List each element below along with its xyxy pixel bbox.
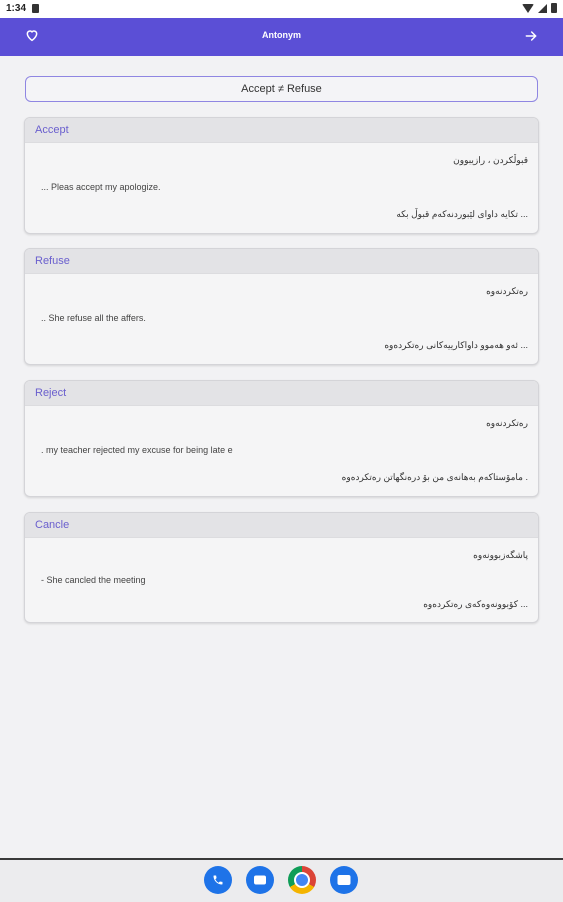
wifi-icon <box>522 3 534 13</box>
app-title: Antonym <box>262 30 301 40</box>
battery-icon <box>551 3 557 13</box>
arrow-right-icon[interactable] <box>523 28 539 44</box>
card-word-title: Reject <box>25 381 538 406</box>
word-card-refuse[interactable]: Refuse رەتکردنەوە .. She refuse all the … <box>24 248 539 365</box>
app-bar: Antonym <box>0 18 563 56</box>
dock-bar <box>0 858 563 902</box>
camera-icon[interactable] <box>330 866 358 894</box>
status-icons <box>522 3 557 13</box>
card-example-english: .. She refuse all the affers. <box>41 313 146 323</box>
chrome-icon[interactable] <box>288 866 316 894</box>
card-translation: قبوڵکردن ، رازیبوون <box>453 155 528 165</box>
card-word-title: Accept <box>25 118 538 143</box>
card-example-english: - She cancled the meeting <box>41 575 146 585</box>
word-card-reject[interactable]: Reject رەتکردنەوە . my teacher rejected … <box>24 380 539 497</box>
card-example-kurdish: ... کۆبوونەوەکەی رەتکردەوە <box>423 599 528 609</box>
status-bar: 1:34 <box>0 0 563 18</box>
card-word-title: Refuse <box>25 249 538 274</box>
word-card-cancle[interactable]: Cancle پاشگەزبوونەوە - She cancled the m… <box>24 512 539 623</box>
card-example-kurdish: ... تکایە داوای لێبوردنەکەم قبوڵ بکە <box>396 209 528 219</box>
signal-icon <box>538 3 547 13</box>
sd-card-icon <box>32 4 39 13</box>
messages-icon[interactable] <box>246 866 274 894</box>
card-example-english: ... Pleas accept my apologize. <box>41 182 161 192</box>
antonym-pair-bar[interactable]: Accept ≠ Refuse <box>25 76 538 102</box>
card-example-english: . my teacher rejected my excuse for bein… <box>41 445 233 455</box>
card-translation: رەتکردنەوە <box>486 418 528 428</box>
card-word-title: Cancle <box>25 513 538 538</box>
phone-icon[interactable] <box>204 866 232 894</box>
word-card-accept[interactable]: Accept قبوڵکردن ، رازیبوون ... Pleas acc… <box>24 117 539 234</box>
card-example-kurdish: ... ئەو هەموو داواکارییەکانی رەتکردەوە <box>384 340 528 350</box>
card-example-kurdish: . مامۆستاکەم بەهانەی من بۆ درەنگهاتن رەت… <box>341 472 528 482</box>
card-translation: رەتکردنەوە <box>486 286 528 296</box>
status-time: 1:34 <box>6 3 27 14</box>
card-translation: پاشگەزبوونەوە <box>473 550 528 560</box>
